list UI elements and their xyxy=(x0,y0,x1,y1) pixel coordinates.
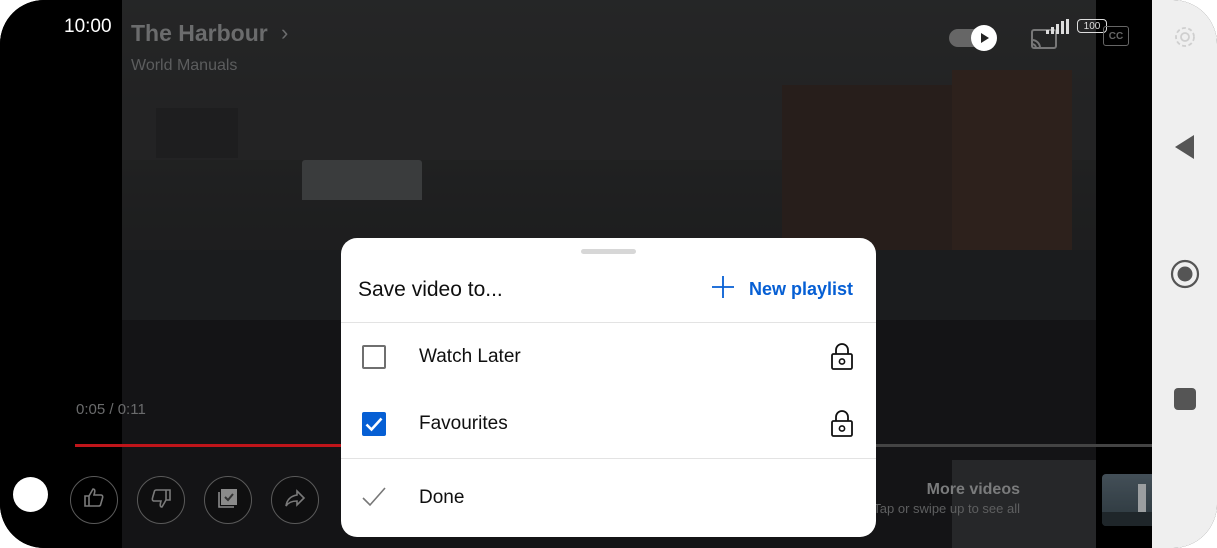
progress-fill xyxy=(75,444,345,447)
total-duration: 0:11 xyxy=(117,401,146,418)
dislike-button[interactable] xyxy=(137,476,185,524)
like-icon xyxy=(82,486,106,515)
lock-icon xyxy=(830,409,854,442)
screen-record-indicator[interactable] xyxy=(13,477,48,512)
autoplay-toggle[interactable] xyxy=(949,25,999,51)
back-triangle-icon[interactable] xyxy=(1152,132,1217,162)
captions-icon[interactable]: CC xyxy=(1103,26,1129,46)
plus-icon xyxy=(711,275,735,304)
done-check-icon xyxy=(360,483,388,516)
like-button[interactable] xyxy=(70,476,118,524)
video-title[interactable]: The Harbour xyxy=(131,20,268,47)
channel-name[interactable]: World Manuals xyxy=(131,57,237,75)
playlist-row-favourites[interactable]: Favourites xyxy=(341,391,876,457)
more-videos-title: More videos xyxy=(926,481,1020,498)
battery-level: 100 xyxy=(1083,20,1101,32)
checkmark-icon xyxy=(365,417,383,432)
checkbox-checked[interactable] xyxy=(362,412,386,436)
save-icon xyxy=(216,486,240,515)
share-button[interactable] xyxy=(271,476,319,524)
new-playlist-label: New playlist xyxy=(748,279,853,299)
sheet-title: Save video to... xyxy=(358,278,503,301)
status-time: 10:00 xyxy=(64,16,112,37)
home-circle-icon[interactable] xyxy=(1152,258,1217,290)
system-nav-bar xyxy=(1152,0,1217,548)
recents-square-icon[interactable] xyxy=(1152,386,1217,412)
save-button[interactable] xyxy=(204,476,252,524)
drag-handle[interactable] xyxy=(581,249,636,254)
device-frame: 10:00 The Harbour › World Manuals 100 CC… xyxy=(0,0,1217,548)
lock-icon xyxy=(830,342,854,375)
share-icon xyxy=(283,486,307,515)
progress-time: 0:05 / 0:11 xyxy=(76,401,146,418)
play-icon xyxy=(971,25,997,51)
playlist-name: Watch Later xyxy=(419,346,521,367)
new-playlist-button[interactable]: New playlist xyxy=(711,275,853,304)
playlist-name: Favourites xyxy=(419,413,508,434)
settings-gear-icon[interactable] xyxy=(1152,22,1217,52)
chevron-right-icon[interactable]: › xyxy=(281,20,288,46)
divider xyxy=(341,322,876,323)
playlist-row-watch-later[interactable]: Watch Later xyxy=(341,324,876,390)
more-videos[interactable]: More videos Tap or swipe up to see all xyxy=(873,481,1020,516)
signal-icon xyxy=(1046,19,1072,40)
done-button[interactable]: Done xyxy=(341,459,876,537)
done-label: Done xyxy=(419,487,465,508)
dislike-icon xyxy=(149,486,173,515)
checkbox-unchecked[interactable] xyxy=(362,345,386,369)
elapsed-time: 0:05 xyxy=(76,401,106,418)
save-video-sheet: Save video to... New playlist Watch Late… xyxy=(341,238,876,537)
more-videos-subtitle: Tap or swipe up to see all xyxy=(873,501,1020,516)
